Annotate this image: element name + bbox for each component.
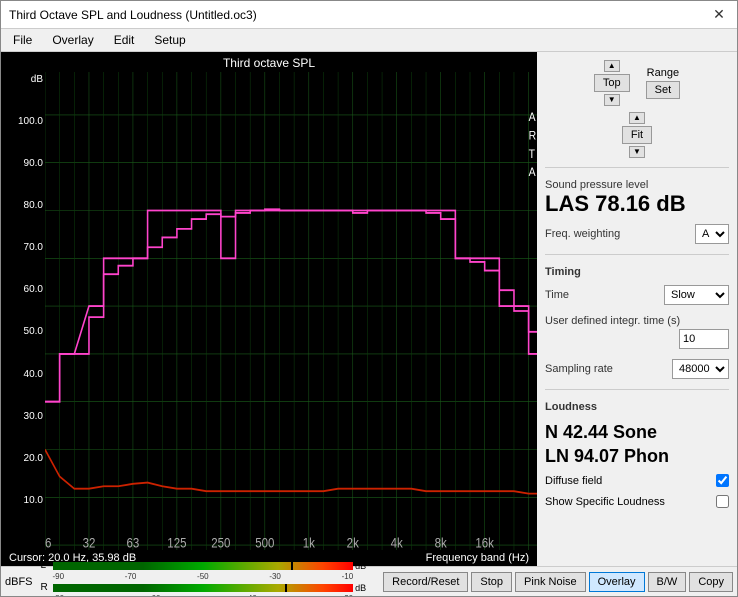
y-20: 20.0 xyxy=(24,453,43,464)
y-30: 30.0 xyxy=(24,411,43,422)
title-bar: Third Octave SPL and Loudness (Untitled.… xyxy=(1,1,737,29)
record-reset-button[interactable]: Record/Reset xyxy=(383,572,468,592)
svg-text:63: 63 xyxy=(127,536,140,550)
freq-weighting-label: Freq. weighting xyxy=(545,228,620,240)
window-title: Third Octave SPL and Loudness (Untitled.… xyxy=(9,8,257,22)
bw-button[interactable]: B/W xyxy=(648,572,687,592)
L-meter-indicator xyxy=(291,562,293,570)
diffuse-field-row: Diffuse field xyxy=(545,474,729,487)
loudness-n: N 42.44 Sone xyxy=(545,421,729,444)
y-10: 10.0 xyxy=(24,495,43,506)
y-50: 50.0 xyxy=(24,326,43,337)
svg-text:16k: 16k xyxy=(475,536,494,550)
spl-value: LAS 78.16 dB xyxy=(545,191,729,217)
R-meter-indicator xyxy=(285,584,287,592)
y-60: 60.0 xyxy=(24,284,43,295)
user-integr-row: User defined integr. time (s) xyxy=(545,315,729,349)
menu-overlay[interactable]: Overlay xyxy=(48,32,97,48)
svg-text:8k: 8k xyxy=(435,536,448,550)
time-label: Time xyxy=(545,289,569,301)
main-window: Third Octave SPL and Loudness (Untitled.… xyxy=(0,0,738,597)
fit-down-button[interactable]: ▼ xyxy=(629,146,645,158)
dbfs-label: dBFS xyxy=(1,576,37,588)
menu-edit[interactable]: Edit xyxy=(110,32,139,48)
spl-section: Sound pressure level LAS 78.16 dB xyxy=(545,179,729,217)
svg-text:16: 16 xyxy=(45,536,51,550)
top-down-button[interactable]: ▼ xyxy=(604,94,620,106)
stop-button[interactable]: Stop xyxy=(471,572,512,592)
freq-weighting-row: Freq. weighting A B C Z xyxy=(545,224,729,244)
svg-text:2k: 2k xyxy=(347,536,360,550)
set-button[interactable]: Set xyxy=(646,81,681,99)
svg-text:500: 500 xyxy=(255,536,274,550)
svg-text:A: A xyxy=(529,167,536,180)
time-row: Time Slow Fast Impulse xyxy=(545,285,729,305)
spl-section-label: Sound pressure level xyxy=(545,179,729,191)
range-label: Range xyxy=(647,67,679,79)
sampling-rate-label: Sampling rate xyxy=(545,363,613,375)
top-button[interactable]: Top xyxy=(594,74,630,92)
menu-setup[interactable]: Setup xyxy=(150,32,189,48)
y-40: 40.0 xyxy=(24,369,43,380)
sampling-rate-select[interactable]: 44100 48000 96000 xyxy=(672,359,729,379)
timing-label: Timing xyxy=(545,266,729,278)
svg-text:A: A xyxy=(529,111,536,124)
diffuse-field-checkbox[interactable] xyxy=(716,474,729,487)
overlay-button[interactable]: Overlay xyxy=(589,572,645,592)
dB-label-R: dB xyxy=(355,583,375,593)
chart-svg: 16 32 63 125 250 500 1k 2k 4k 8k 16k A R xyxy=(45,72,537,550)
time-select[interactable]: Slow Fast Impulse xyxy=(664,285,729,305)
sampling-rate-row: Sampling rate 44100 48000 96000 xyxy=(545,359,729,379)
loudness-ln: LN 94.07 Phon xyxy=(545,445,729,468)
show-specific-checkbox[interactable] xyxy=(716,495,729,508)
fit-up-button[interactable]: ▲ xyxy=(629,112,645,124)
menu-file[interactable]: File xyxy=(9,32,36,48)
menu-bar: File Overlay Edit Setup xyxy=(1,29,737,52)
right-panel: ▲ Top ▼ Range Set ▲ Fit ▼ Sound xyxy=(537,52,737,566)
chart-title: Third octave SPL xyxy=(1,52,537,72)
svg-text:T: T xyxy=(529,148,535,161)
show-specific-row: Show Specific Loudness xyxy=(545,495,729,508)
pink-noise-button[interactable]: Pink Noise xyxy=(515,572,586,592)
user-integr-label: User defined integr. time (s) xyxy=(545,315,729,327)
loudness-values: N 42.44 Sone LN 94.07 Phon xyxy=(545,421,729,468)
close-button[interactable]: ✕ xyxy=(709,5,729,25)
bottom-bar: dBFS L dB -90 -70 -50 -30 -10 xyxy=(1,566,737,596)
y-label-dB: dB xyxy=(31,74,43,85)
divider-1 xyxy=(545,167,729,168)
y-70: 70.0 xyxy=(24,242,43,253)
y-100: 100.0 xyxy=(18,116,43,127)
svg-text:32: 32 xyxy=(83,536,96,550)
main-area: Third octave SPL dB 100.0 90.0 80.0 70.0… xyxy=(1,52,737,566)
top-up-button[interactable]: ▲ xyxy=(604,60,620,72)
loudness-section-label: Loudness xyxy=(545,401,729,413)
L-meter-bar xyxy=(53,562,354,570)
R-meter-label: R xyxy=(41,582,51,593)
diffuse-field-label: Diffuse field xyxy=(545,475,602,487)
svg-text:4k: 4k xyxy=(391,536,404,550)
bottom-buttons: Record/Reset Stop Pink Noise Overlay B/W… xyxy=(379,572,737,592)
R-meter-bar xyxy=(53,584,354,592)
copy-button[interactable]: Copy xyxy=(689,572,733,592)
fit-button[interactable]: Fit xyxy=(622,126,652,144)
svg-text:125: 125 xyxy=(167,536,186,550)
y-80: 80.0 xyxy=(24,200,43,211)
chart-area: Third octave SPL dB 100.0 90.0 80.0 70.0… xyxy=(1,52,537,566)
divider-3 xyxy=(545,389,729,390)
freq-weighting-select[interactable]: A B C Z xyxy=(695,224,729,244)
divider-2 xyxy=(545,254,729,255)
freq-band-label: Frequency band (Hz) xyxy=(426,552,529,564)
show-specific-label: Show Specific Loudness xyxy=(545,496,665,508)
svg-text:1k: 1k xyxy=(303,536,316,550)
y-90: 90.0 xyxy=(24,158,43,169)
svg-text:R: R xyxy=(529,130,537,143)
svg-text:250: 250 xyxy=(211,536,230,550)
user-integr-input[interactable] xyxy=(679,329,729,349)
